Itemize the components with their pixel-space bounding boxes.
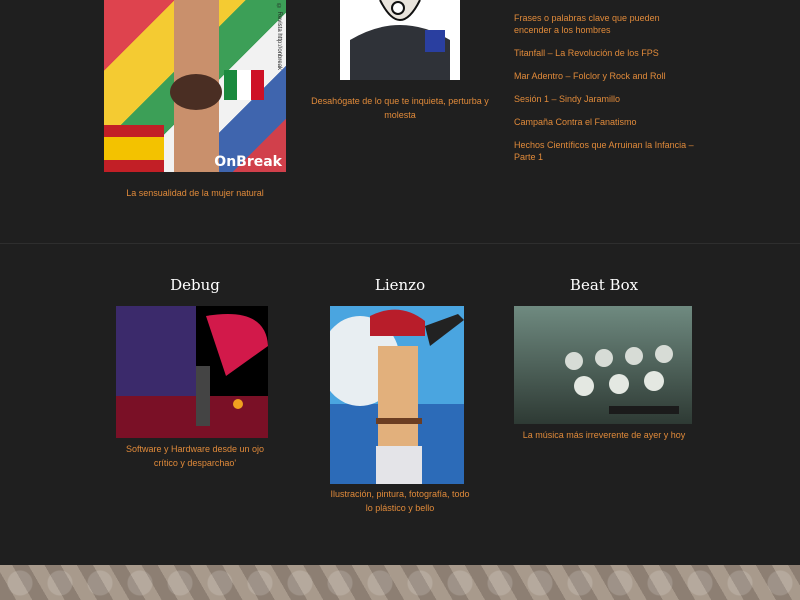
recent-post-link[interactable]: Mar Adentro – Folclor y Rock and Roll [514, 70, 694, 82]
recent-post-link[interactable]: Campaña Contra el Fanatismo [514, 116, 694, 128]
mujer-natural-image[interactable]: OnBreak © Revista http://onbreak [104, 0, 286, 172]
lienzo-image[interactable] [330, 306, 464, 484]
footer-decorative-banner [0, 565, 800, 600]
section-title-lienzo[interactable]: Lienzo [320, 276, 480, 294]
debug-caption[interactable]: Software y Hardware desde un ojo crítico… [115, 442, 275, 470]
cartoon-character-icon [350, 0, 450, 80]
section-title-beat-box[interactable]: Beat Box [524, 276, 684, 294]
beat-box-image[interactable] [514, 306, 692, 424]
debug-image[interactable] [116, 306, 268, 438]
illustration-woman-icon [330, 309, 464, 484]
section-divider [0, 243, 800, 244]
flags-collage-icon [104, 0, 286, 172]
mixing-console-icon [565, 345, 679, 414]
desahogo-image[interactable] [340, 0, 460, 80]
section-title-debug[interactable]: Debug [115, 276, 275, 294]
pixel-game-icon [116, 306, 268, 438]
brand-watermark: OnBreak [214, 154, 282, 170]
recent-posts-list: Frases o palabras clave que pueden encen… [514, 12, 694, 163]
desahogo-caption[interactable]: Desahógate de lo que te inquieta, pertur… [310, 94, 490, 122]
mujer-natural-caption[interactable]: La sensualidad de la mujer natural [104, 186, 286, 200]
lienzo-caption[interactable]: Ilustración, pintura, fotografía, todo l… [330, 487, 470, 515]
recent-post-link[interactable]: Sesión 1 – Sindy Jaramillo [514, 93, 694, 105]
image-credit: © Revista http://onbreak [276, 4, 282, 71]
recent-post-link[interactable]: Titanfall – La Revolución de los FPS [514, 47, 694, 59]
recent-post-link[interactable]: Frases o palabras clave que pueden encen… [514, 12, 694, 36]
recent-post-link[interactable]: Hechos Científicos que Arruinan la Infan… [514, 139, 694, 163]
beat-box-caption[interactable]: La música más irreverente de ayer y hoy [514, 428, 694, 442]
